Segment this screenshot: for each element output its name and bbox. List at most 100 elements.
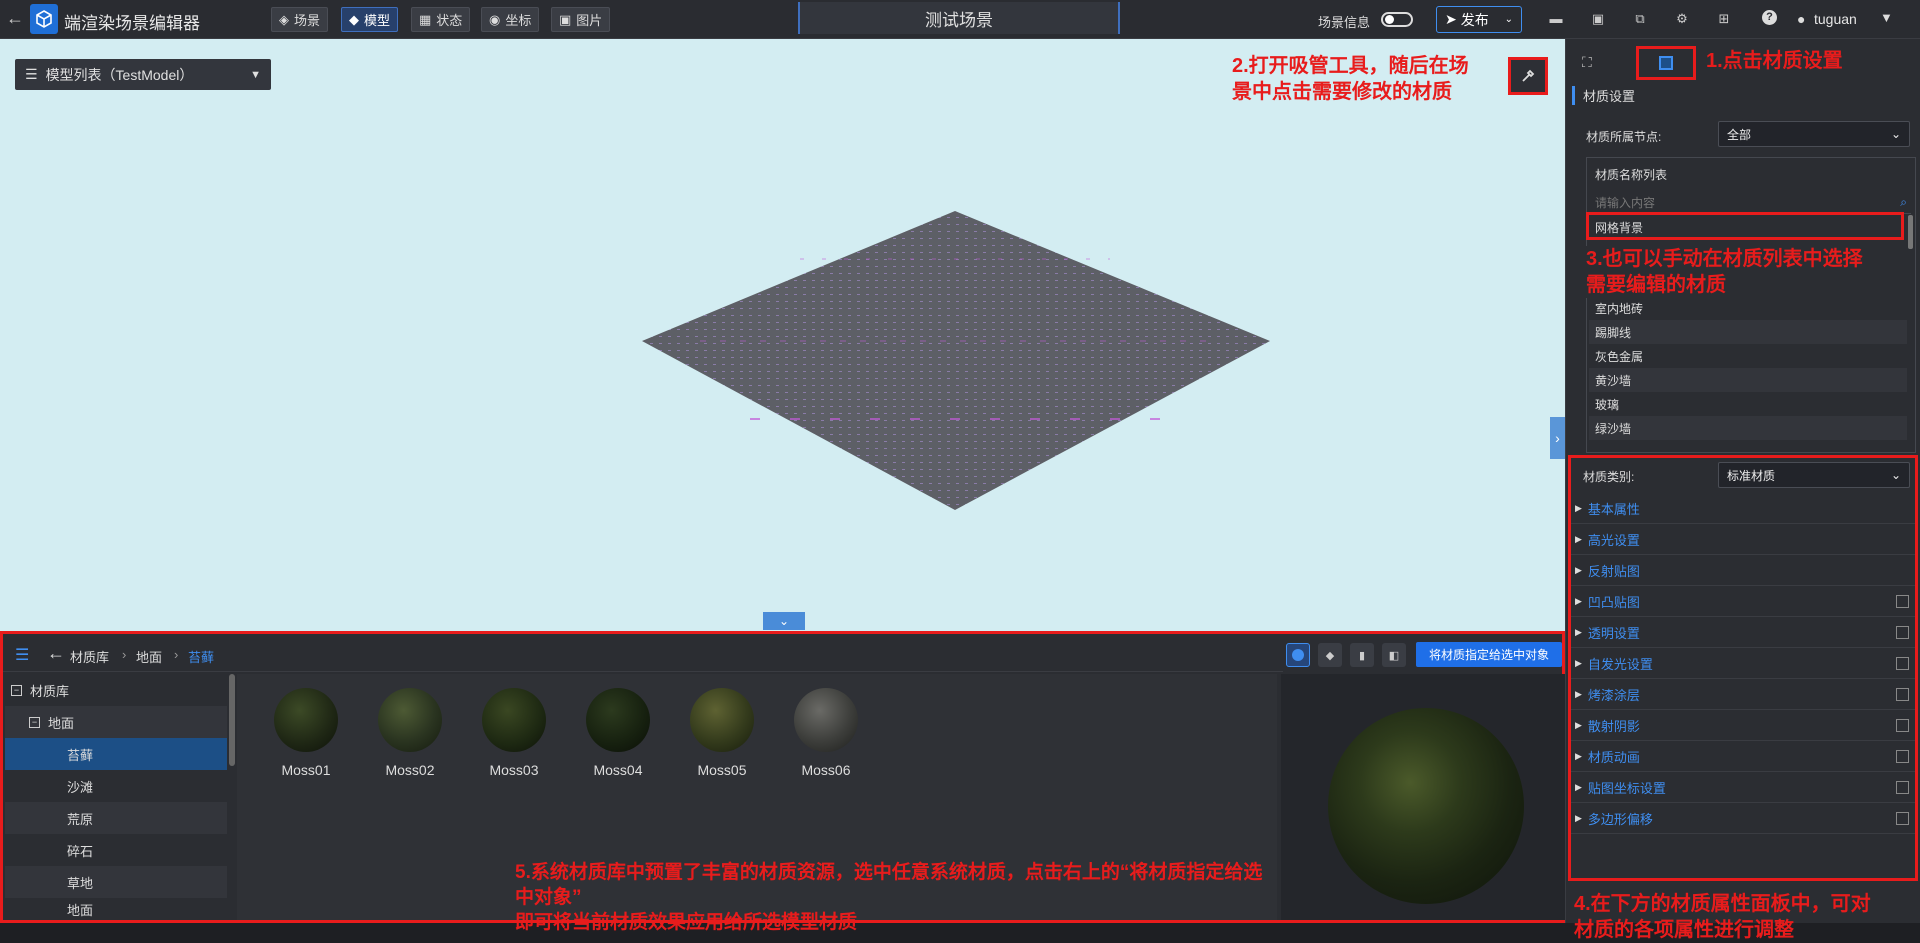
- material-item[interactable]: 玻璃: [1589, 392, 1907, 416]
- scene-info-label: 场景信息: [1318, 15, 1371, 30]
- cube-preview-button[interactable]: ◆: [1318, 643, 1342, 667]
- material-item[interactable]: 黄沙墙: [1589, 368, 1907, 392]
- material-name: 绿沙墙: [1595, 421, 1632, 436]
- model-list-dropdown[interactable]: ☰ 模型列表（TestModel） ▼: [15, 59, 271, 90]
- tree-item[interactable]: 苔藓: [5, 738, 227, 770]
- share-icon[interactable]: ⊞: [1716, 11, 1732, 27]
- material-swatch[interactable]: Moss02: [365, 688, 455, 778]
- property-checkbox[interactable]: [1896, 780, 1909, 794]
- cylinder-preview-button[interactable]: ▮: [1350, 643, 1374, 667]
- swatch-label: Moss03: [489, 762, 539, 778]
- nav-coordinate-button[interactable]: ◉ 坐标: [481, 7, 540, 32]
- caret-right-icon: ▶: [1575, 719, 1582, 730]
- property-label: 基本属性: [1587, 501, 1640, 517]
- export-icon[interactable]: ⧉: [1632, 11, 1648, 27]
- eyedropper-button[interactable]: [1508, 57, 1548, 95]
- ground-plane[interactable]: [0, 39, 1565, 631]
- node-tree-tab[interactable]: ⛶: [1582, 54, 1592, 71]
- collapse-icon[interactable]: −: [29, 716, 40, 728]
- search-placeholder: 请输入内容: [1595, 196, 1656, 210]
- back-arrow-icon[interactable]: ←: [6, 8, 24, 29]
- nav-scene-button[interactable]: ◈ 场景: [271, 7, 329, 32]
- type-select[interactable]: 标准材质 ⌄: [1718, 462, 1910, 488]
- tree-item[interactable]: 荒原: [5, 802, 227, 834]
- property-name: ▶ 多边形偏移: [1575, 809, 1653, 828]
- assign-material-button[interactable]: 将材质指定给选中对象: [1416, 642, 1562, 667]
- material-swatch[interactable]: Moss06: [781, 688, 871, 778]
- property-checkbox[interactable]: [1896, 687, 1909, 701]
- breadcrumb-item[interactable]: 地面: [136, 647, 162, 666]
- property-row[interactable]: ▶ 透明设置: [1571, 617, 1915, 648]
- property-row[interactable]: ▶ 高光设置: [1571, 524, 1915, 555]
- cylinder-icon: ▮: [1358, 649, 1366, 662]
- material-swatch[interactable]: Moss04: [573, 688, 663, 778]
- property-checkbox[interactable]: [1896, 625, 1909, 639]
- expand-right-button[interactable]: ›: [1550, 417, 1565, 459]
- material-swatch[interactable]: Moss03: [469, 688, 559, 778]
- material-item[interactable]: 绿沙墙: [1589, 416, 1907, 440]
- tree-item[interactable]: 草地: [5, 866, 227, 898]
- property-checkbox[interactable]: [1896, 718, 1909, 732]
- tree-item[interactable]: − 地面: [5, 706, 227, 738]
- property-row[interactable]: ▶ 贴图坐标设置: [1571, 772, 1915, 803]
- material-swatch[interactable]: Moss01: [261, 688, 351, 778]
- folder-icon[interactable]: ▬: [1548, 11, 1564, 27]
- property-row[interactable]: ▶ 烤漆涂层: [1571, 679, 1915, 710]
- plane-preview-button[interactable]: ◧: [1382, 643, 1406, 667]
- property-label: 凹凸贴图: [1587, 594, 1640, 610]
- tree-item[interactable]: 沙滩: [5, 770, 227, 802]
- property-row[interactable]: ▶ 自发光设置: [1571, 648, 1915, 679]
- annotation-highlight-box: [1586, 212, 1904, 240]
- tree-scrollbar[interactable]: [229, 674, 235, 766]
- nav-model-button[interactable]: ◆ 模型: [341, 7, 399, 32]
- material-item[interactable]: 灰色金属: [1589, 344, 1907, 368]
- property-row[interactable]: ▶ 凹凸贴图: [1571, 586, 1915, 617]
- settings-icon[interactable]: ⚙: [1674, 11, 1690, 27]
- property-row[interactable]: ▶ 反射贴图: [1571, 555, 1915, 586]
- menu-icon[interactable]: ☰: [15, 645, 29, 665]
- caret-right-icon: ▶: [1575, 688, 1582, 699]
- property-row[interactable]: ▶ 散射阴影: [1571, 710, 1915, 741]
- caret-down-icon[interactable]: ▼: [1880, 10, 1893, 25]
- breadcrumb-item[interactable]: 材质库: [70, 647, 109, 666]
- material-preview[interactable]: [1281, 674, 1565, 920]
- material-search-input[interactable]: 请输入内容 ⌕: [1591, 192, 1911, 214]
- material-properties-panel: 材质类别: 标准材质 ⌄ ▶ 基本属性 ▶ 高光设置 ▶ 反射贴图 ▶ 凹凸贴图 ▶ 透明设置 ▶ 自…: [1568, 455, 1918, 881]
- annotation-line: 材质的各项属性进行调整: [1574, 919, 1794, 941]
- material-item[interactable]: 踢脚线: [1589, 320, 1907, 344]
- list-scrollbar[interactable]: [1908, 215, 1913, 249]
- tree-item[interactable]: 碎石: [5, 834, 227, 866]
- node-select[interactable]: 全部 ⌄: [1718, 121, 1910, 147]
- collapse-icon[interactable]: −: [11, 684, 22, 696]
- app-title: 端渲染场景编辑器: [64, 14, 200, 33]
- scene-info-toggle[interactable]: [1381, 12, 1413, 27]
- nav-image-button[interactable]: ▣ 图片: [551, 7, 611, 32]
- help-icon[interactable]: ?: [1762, 10, 1777, 25]
- property-row[interactable]: ▶ 多边形偏移: [1571, 803, 1915, 834]
- user-name[interactable]: tuguan: [1814, 11, 1857, 27]
- property-checkbox[interactable]: [1896, 749, 1909, 763]
- material-item[interactable]: 室内地砖: [1589, 296, 1907, 320]
- property-row[interactable]: ▶ 材质动画: [1571, 741, 1915, 772]
- chevron-down-icon: ⌄: [1890, 468, 1901, 482]
- nav-state-button[interactable]: ▦ 状态: [411, 7, 471, 32]
- property-checkbox[interactable]: [1896, 594, 1909, 608]
- property-checkbox[interactable]: [1896, 656, 1909, 670]
- tree-item[interactable]: 地面: [5, 898, 227, 920]
- material-swatch[interactable]: Moss05: [677, 688, 767, 778]
- property-name: ▶ 贴图坐标设置: [1575, 778, 1666, 797]
- collapse-bottom-button[interactable]: ⌄: [763, 612, 805, 630]
- property-checkbox[interactable]: [1896, 811, 1909, 825]
- 3d-viewport[interactable]: ☰ 模型列表（TestModel） ▼ 2.打开吸管工具，随后在场 景中点击需要…: [0, 39, 1565, 631]
- tree-item[interactable]: − 材质库: [5, 674, 227, 706]
- material-settings-tab[interactable]: [1636, 46, 1696, 80]
- preview-sphere: [1328, 708, 1524, 904]
- publish-button[interactable]: ➤ 发布 ⌄: [1436, 6, 1522, 33]
- back-arrow-icon[interactable]: ←: [47, 643, 65, 664]
- plane-icon: ◧: [1388, 649, 1400, 662]
- save-icon[interactable]: ▣: [1590, 11, 1606, 27]
- sphere-preview-button[interactable]: [1286, 643, 1310, 667]
- property-row[interactable]: ▶ 基本属性: [1571, 493, 1915, 524]
- swatch-label: Moss06: [801, 762, 851, 778]
- material-icon: [1659, 56, 1673, 70]
